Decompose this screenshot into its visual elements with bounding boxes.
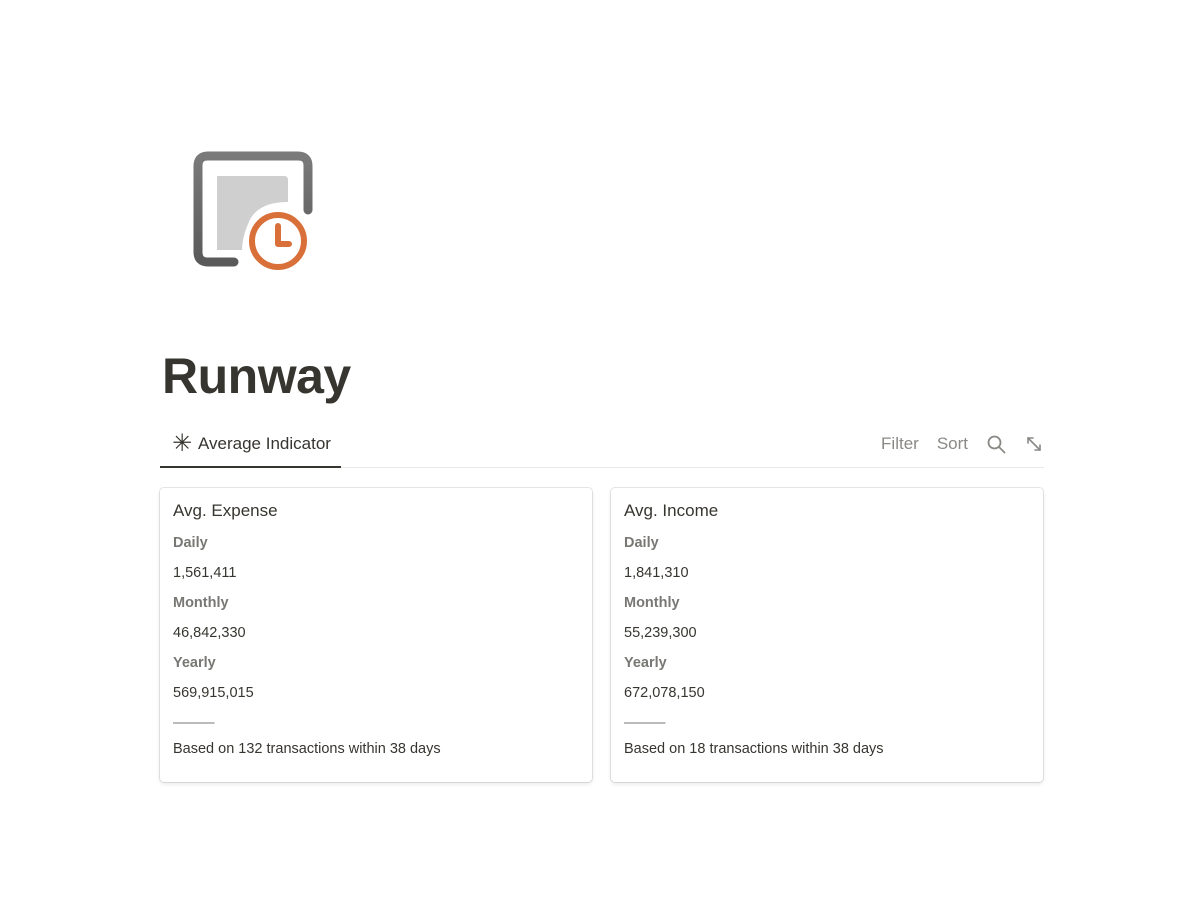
divider: ——— bbox=[624, 715, 666, 731]
monthly-label: Monthly bbox=[624, 595, 680, 611]
asterisk-icon: ✳ bbox=[172, 430, 193, 457]
card-avg-expense[interactable]: Avg. Expense Daily 1,561,411 Monthly 46,… bbox=[160, 488, 592, 782]
daily-value: 1,561,411 bbox=[173, 565, 237, 581]
search-icon[interactable] bbox=[986, 434, 1006, 454]
divider: ——— bbox=[173, 715, 215, 731]
daily-label: Daily bbox=[624, 535, 659, 551]
filter-button[interactable]: Filter bbox=[881, 434, 919, 454]
sort-button[interactable]: Sort bbox=[937, 434, 968, 454]
yearly-value: 672,078,150 bbox=[624, 685, 705, 701]
monthly-label: Monthly bbox=[173, 595, 229, 611]
monthly-value: 46,842,330 bbox=[173, 625, 246, 641]
tab-average-indicator[interactable]: ✳ Average Indicator bbox=[160, 422, 341, 468]
expand-icon[interactable] bbox=[1024, 434, 1044, 454]
yearly-label: Yearly bbox=[173, 655, 216, 671]
clipboard-clock-icon[interactable] bbox=[190, 150, 314, 274]
transactions-note: Based on 132 transactions within 38 days bbox=[173, 741, 441, 757]
card-avg-income[interactable]: Avg. Income Daily 1,841,310 Monthly 55,2… bbox=[611, 488, 1043, 782]
view-toolbar: Filter Sort bbox=[863, 422, 1044, 466]
page-title: Runway bbox=[162, 348, 351, 404]
gallery-cards: Avg. Expense Daily 1,561,411 Monthly 46,… bbox=[160, 488, 1044, 784]
yearly-value: 569,915,015 bbox=[173, 685, 254, 701]
yearly-label: Yearly bbox=[624, 655, 667, 671]
tab-label: Average Indicator bbox=[198, 434, 331, 453]
view-bar: ✳ Average Indicator Filter Sort bbox=[160, 422, 1044, 468]
page: Runway ✳ Average Indicator Filter Sort A… bbox=[0, 0, 1200, 900]
daily-value: 1,841,310 bbox=[624, 565, 689, 581]
transactions-note: Based on 18 transactions within 38 days bbox=[624, 741, 884, 757]
daily-label: Daily bbox=[173, 535, 208, 551]
monthly-value: 55,239,300 bbox=[624, 625, 697, 641]
card-title: Avg. Income bbox=[624, 501, 719, 520]
card-title: Avg. Expense bbox=[173, 501, 278, 520]
